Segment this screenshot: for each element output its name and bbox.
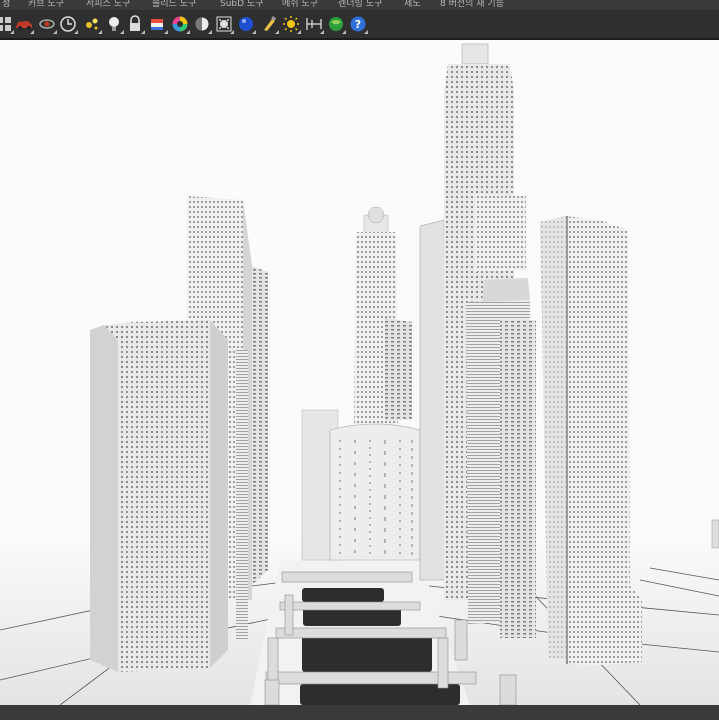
- menu-item-0[interactable]: 정: [2, 0, 10, 10]
- target-icon[interactable]: [58, 13, 78, 35]
- dimension-icon[interactable]: [304, 13, 324, 35]
- dots-grid-icon[interactable]: [214, 13, 234, 35]
- menu-item-mesh-tools[interactable]: 메쉬 도구: [282, 0, 318, 10]
- status-bar: [0, 705, 719, 720]
- sun-icon[interactable]: [281, 13, 301, 35]
- sparkle-icon[interactable]: [82, 13, 102, 35]
- blue-sphere-icon[interactable]: [236, 13, 256, 35]
- sphere-half-icon[interactable]: [192, 13, 212, 35]
- menu-item-curve-tools[interactable]: 커브 도구: [28, 0, 64, 10]
- car-icon[interactable]: [14, 13, 34, 35]
- grid-icon[interactable]: [0, 13, 14, 35]
- gear-eye-icon[interactable]: [37, 13, 57, 35]
- menu-item-subd-tools[interactable]: SubD 도구: [220, 0, 263, 10]
- lightbulb-icon[interactable]: [104, 13, 124, 35]
- menu-item-drafting[interactable]: 제도: [404, 0, 421, 10]
- svg-text:?: ?: [355, 18, 361, 31]
- city-render: [0, 43, 719, 705]
- 3d-viewport[interactable]: [0, 40, 719, 705]
- menu-item-render-tools[interactable]: 렌더링 도구: [338, 0, 382, 10]
- color-wheel-icon[interactable]: [170, 13, 190, 35]
- brush-icon[interactable]: [259, 13, 279, 35]
- green-globe-icon[interactable]: [326, 13, 346, 35]
- paint-bucket-icon[interactable]: [148, 13, 168, 35]
- toolbar: ?: [0, 10, 719, 40]
- menu-bar: 정 커브 도구 서피스 도구 솔리드 도구 SubD 도구 메쉬 도구 렌더링 …: [0, 0, 719, 10]
- menu-item-surface-tools[interactable]: 서피스 도구: [86, 0, 130, 10]
- lock-icon[interactable]: [125, 13, 145, 35]
- help-icon[interactable]: ?: [348, 13, 368, 35]
- menu-item-whats-new[interactable]: 8 버전의 새 기능: [440, 0, 504, 10]
- menu-item-solid-tools[interactable]: 솔리드 도구: [152, 0, 196, 10]
